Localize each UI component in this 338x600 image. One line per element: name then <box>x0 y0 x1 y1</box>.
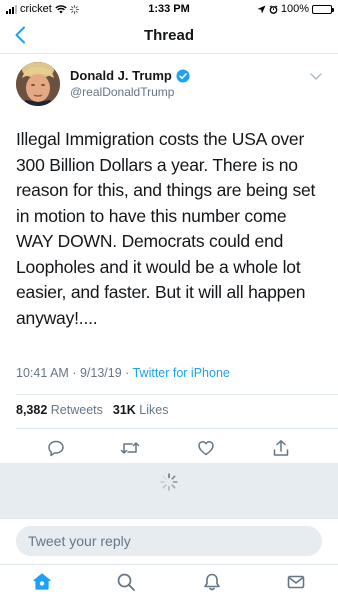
retweets-count: 8,382 <box>16 403 48 417</box>
like-button[interactable] <box>196 438 216 458</box>
notifications-icon <box>204 573 220 591</box>
tweet-date: 9/13/19 <box>79 366 122 380</box>
reply-button[interactable] <box>46 438 66 458</box>
avatar-image <box>16 62 60 106</box>
loading-spinner-icon <box>160 473 178 491</box>
tab-messages[interactable] <box>285 571 307 593</box>
status-right: 100% <box>257 3 334 15</box>
tweet-author: Donald J. Trump @realDonaldTrump <box>16 62 322 110</box>
retweets-stat[interactable]: 8,382 Retweets <box>16 403 103 417</box>
battery-percent: 100% <box>280 3 309 15</box>
user-handle[interactable]: @realDonaldTrump <box>70 85 174 99</box>
tab-home[interactable] <box>31 571 53 593</box>
reply-bar <box>0 518 338 564</box>
retweet-icon <box>120 442 140 454</box>
tweet-actions <box>0 433 338 463</box>
status-bar: cricket 1:33 PM 100% <box>0 0 338 18</box>
retweet-button[interactable] <box>120 438 140 458</box>
likes-count: 31K <box>112 403 136 417</box>
share-button[interactable] <box>271 438 291 458</box>
tab-bar <box>0 564 338 600</box>
divider <box>16 428 338 429</box>
tab-search[interactable] <box>115 571 137 593</box>
search-icon <box>117 573 135 591</box>
divider <box>16 394 338 395</box>
likes-label: Likes <box>139 403 169 417</box>
location-icon <box>257 5 266 13</box>
verified-badge-icon <box>176 69 190 82</box>
tab-notifications[interactable] <box>201 571 223 593</box>
page-title: Thread <box>143 27 194 44</box>
tweet-stats: 8,382 Retweets 31K Likes <box>16 403 168 417</box>
like-icon <box>198 440 214 456</box>
reply-icon <box>48 440 64 457</box>
tweet-meta: 10:41 AM · 9/13/19 · Twitter for iPhone <box>16 366 230 380</box>
retweets-label: Retweets <box>50 403 103 417</box>
user-name-row[interactable]: Donald J. Trump <box>70 68 190 83</box>
tweet-text: Illegal Immigration costs the USA over 3… <box>16 129 316 328</box>
meta-separator: · <box>125 366 130 380</box>
chevron-down-icon[interactable] <box>310 72 322 82</box>
tweet-time: 10:41 AM <box>16 366 69 380</box>
replies-loading-area <box>0 463 338 518</box>
share-icon <box>273 440 289 456</box>
nav-header: Thread <box>0 18 338 54</box>
messages-icon <box>287 575 305 589</box>
alarm-icon <box>269 4 278 14</box>
home-icon <box>33 573 51 590</box>
likes-stat[interactable]: 31K Likes <box>113 403 169 417</box>
battery-icon <box>312 4 334 14</box>
tweet-source-link[interactable]: Twitter for iPhone <box>133 366 230 380</box>
avatar[interactable] <box>16 62 60 106</box>
user-name[interactable]: Donald J. Trump <box>70 68 172 83</box>
meta-separator: · <box>72 366 77 380</box>
reply-input[interactable] <box>16 526 322 556</box>
